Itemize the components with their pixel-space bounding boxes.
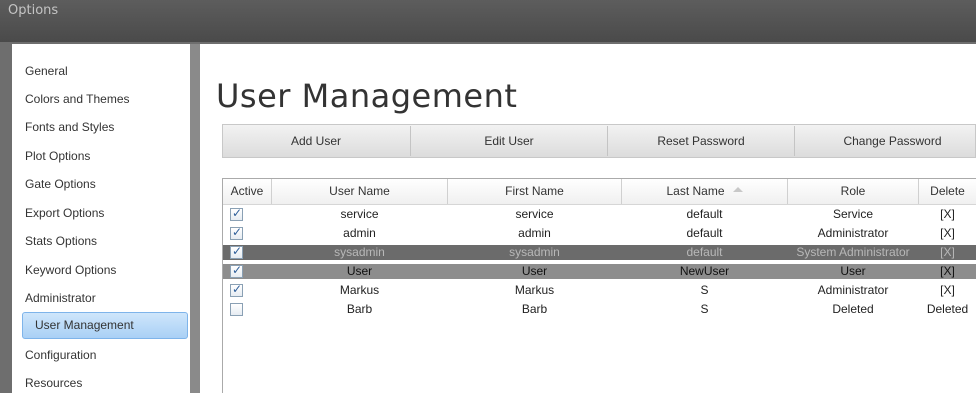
delete-link[interactable]: [X] xyxy=(919,207,976,222)
active-checkbox[interactable]: ✓ xyxy=(230,206,243,221)
cell-role: Service xyxy=(832,207,873,221)
sidebar-item-gate-options[interactable]: Gate Options xyxy=(12,171,188,197)
cell-user-name: service xyxy=(340,207,379,221)
column-header-user-name[interactable]: User Name xyxy=(272,179,447,204)
cell-user-name: admin xyxy=(343,226,376,240)
sidebar-item-label: Administrator xyxy=(25,291,96,305)
active-checkbox[interactable]: ✓ xyxy=(230,244,243,259)
sidebar-item-label: Plot Options xyxy=(25,149,91,163)
header-divider xyxy=(223,204,976,205)
cell-user-name: sysadmin xyxy=(334,245,385,259)
cell-role: System Administrator xyxy=(796,245,910,259)
sidebar-item-label: Resources xyxy=(25,376,83,390)
cell-last-name: default xyxy=(686,245,723,259)
cell-role: Deleted xyxy=(832,302,874,316)
change-password-button[interactable]: Change Password xyxy=(795,124,976,158)
sidebar-item-stats-options[interactable]: Stats Options xyxy=(12,228,188,254)
sidebar-item-administrator[interactable]: Administrator xyxy=(12,285,188,311)
sidebar-item-plot-options[interactable]: Plot Options xyxy=(12,143,188,169)
reset-password-button[interactable]: Reset Password xyxy=(608,124,794,158)
column-header-role[interactable]: Role xyxy=(788,179,918,204)
cell-role: User xyxy=(840,264,866,278)
edit-user-button[interactable]: Edit User xyxy=(411,124,607,158)
sidebar-item-label: Configuration xyxy=(25,348,97,362)
sidebar-item-label: Export Options xyxy=(25,206,105,220)
cell-last-name: S xyxy=(700,302,709,316)
sidebar-item-label: Keyword Options xyxy=(25,263,117,277)
table-row[interactable]: ✓ sysadmin sysadmin default System Admin… xyxy=(223,244,976,260)
sidebar-item-label: User Management xyxy=(35,318,134,332)
sidebar-item-label: General xyxy=(25,64,68,78)
column-header-active[interactable]: Active xyxy=(223,179,271,204)
cell-first-name: User xyxy=(521,264,548,278)
cell-last-name: S xyxy=(700,283,709,297)
sidebar-item-user-management[interactable]: User Management xyxy=(22,312,188,339)
splitter[interactable] xyxy=(190,44,200,393)
delete-link[interactable]: [X] xyxy=(919,226,976,241)
active-checkbox[interactable]: ✓ xyxy=(230,263,243,278)
window-title: Options xyxy=(8,3,59,18)
cell-user-name: Barb xyxy=(346,302,373,316)
sidebar-item-resources[interactable]: Resources xyxy=(12,370,188,393)
delete-link[interactable]: [X] xyxy=(919,264,976,279)
column-header-last-name[interactable]: Last Name xyxy=(622,179,787,204)
cell-last-name: default xyxy=(686,207,723,221)
page-title: User Management xyxy=(216,77,518,115)
cell-last-name: default xyxy=(686,226,723,240)
sidebar-item-export-options[interactable]: Export Options xyxy=(12,200,188,226)
delete-link[interactable]: [X] xyxy=(919,245,976,260)
table-row[interactable]: Barb Barb S Deleted Deleted xyxy=(223,302,976,317)
cell-first-name: service xyxy=(515,207,554,221)
sidebar-item-colors-and-themes[interactable]: Colors and Themes xyxy=(12,86,188,112)
active-checkbox[interactable]: ✓ xyxy=(230,282,243,297)
cell-first-name: sysadmin xyxy=(509,245,560,259)
checkmark-icon: ✓ xyxy=(232,282,243,296)
cell-first-name: Markus xyxy=(514,283,555,297)
cell-first-name: admin xyxy=(518,226,551,240)
active-checkbox[interactable] xyxy=(230,303,243,316)
cell-role: Administrator xyxy=(817,283,889,297)
cell-user-name: Markus xyxy=(339,283,380,297)
table-row[interactable]: ✓ User User NewUser User [X] xyxy=(223,263,976,279)
cell-user-name: User xyxy=(346,264,373,278)
sidebar-item-fonts-and-styles[interactable]: Fonts and Styles xyxy=(12,114,188,140)
checkmark-icon: ✓ xyxy=(232,263,243,277)
table-row[interactable]: ✓ service service default Service [X] xyxy=(223,206,976,222)
sidebar-item-label: Gate Options xyxy=(25,177,96,191)
title-bar: Options xyxy=(0,0,976,42)
column-header-delete[interactable]: Delete xyxy=(919,179,976,204)
column-header-label: Last Name xyxy=(666,184,725,198)
sidebar-item-label: Colors and Themes xyxy=(25,92,130,106)
sidebar-item-configuration[interactable]: Configuration xyxy=(12,342,188,368)
table-row[interactable]: ✓ Markus Markus S Administrator [X] xyxy=(223,282,976,298)
checkmark-icon: ✓ xyxy=(232,206,243,220)
cell-last-name: NewUser xyxy=(679,264,730,278)
sidebar-item-keyword-options[interactable]: Keyword Options xyxy=(12,257,188,283)
column-header-first-name[interactable]: First Name xyxy=(448,179,621,204)
checkmark-icon: ✓ xyxy=(232,225,243,239)
sidebar-item-general[interactable]: General xyxy=(12,58,188,84)
active-checkbox[interactable]: ✓ xyxy=(230,225,243,240)
sidebar-item-label: Fonts and Styles xyxy=(25,120,115,134)
cell-role: Administrator xyxy=(817,226,889,240)
sort-ascending-icon xyxy=(732,187,743,193)
cell-first-name: Barb xyxy=(521,302,548,316)
delete-link[interactable]: [X] xyxy=(919,283,976,298)
table-row[interactable]: ✓ admin admin default Administrator [X] xyxy=(223,225,976,241)
sidebar-item-label: Stats Options xyxy=(25,234,98,248)
cell-delete-status: Deleted xyxy=(926,302,969,316)
checkmark-icon: ✓ xyxy=(232,244,243,258)
add-user-button[interactable]: Add User xyxy=(222,124,410,158)
